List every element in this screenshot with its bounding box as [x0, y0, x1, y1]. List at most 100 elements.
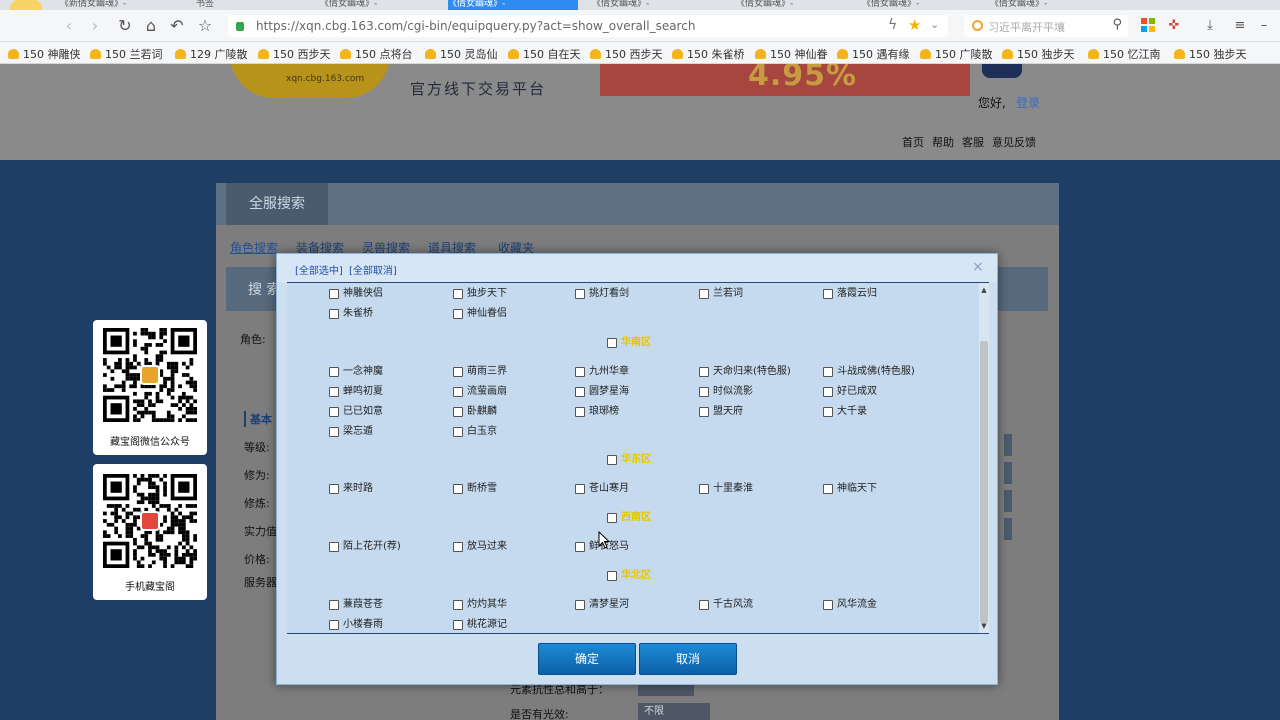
- bookmark-item[interactable]: 150 忆江南: [1088, 46, 1170, 62]
- role-label: 角色:: [240, 333, 266, 346]
- panel-input-edge: [1004, 518, 1012, 540]
- browser-search-input[interactable]: 习近平离开平壤 ⚲: [964, 15, 1128, 37]
- bolt-icon[interactable]: ϟ: [888, 17, 897, 33]
- bookmark-item[interactable]: 150 独步天: [1174, 46, 1254, 62]
- subtab-role-search[interactable]: 角色搜索: [230, 239, 278, 256]
- browser-tab[interactable]: 《倩女幽魂》-: [592, 0, 712, 10]
- bookmark-item[interactable]: 150 神仙眷: [755, 46, 835, 62]
- site-tagline: 官方线下交易平台: [410, 80, 547, 98]
- login-link[interactable]: 登录: [1016, 94, 1040, 111]
- glow-select[interactable]: 不限: [638, 703, 710, 720]
- bookmark-icon: [1002, 49, 1013, 59]
- panel-tabbar: 全服搜索: [216, 183, 1059, 225]
- browser-tab[interactable]: 书签: [196, 0, 266, 10]
- mouse-cursor-icon: [598, 530, 611, 553]
- server-select-dialog: [全部选中] [全部取消] × 神雕侠侣 独步天下 挑灯看剑 兰若词 落霞云归 …: [276, 253, 998, 685]
- bookmark-item[interactable]: 150 神雕侠: [8, 46, 88, 62]
- menu-icon[interactable]: ≡: [1232, 18, 1248, 34]
- undo-icon[interactable]: ↶: [166, 15, 188, 37]
- glow-label: 是否有光效:: [510, 708, 569, 720]
- bookmark-item[interactable]: 150 兰若词: [90, 46, 170, 62]
- banner-corner-badge: [982, 64, 1022, 78]
- cultivation-label: 修为:: [244, 469, 270, 482]
- browser-tab[interactable]: 《新倩女幽魂》-: [60, 0, 180, 10]
- bookmark-item[interactable]: 150 灵岛仙: [425, 46, 505, 62]
- price-label: 价格:: [244, 553, 270, 566]
- minimize-icon[interactable]: –: [1256, 18, 1272, 34]
- qr-code-icon: [103, 328, 197, 422]
- confirm-button[interactable]: 确定: [538, 643, 636, 675]
- bookmark-item[interactable]: 150 独步天: [1002, 46, 1082, 62]
- bookmark-icon: [590, 49, 601, 59]
- address-bar[interactable]: https://xqn.cbg.163.com/cgi-bin/equipque…: [228, 15, 948, 37]
- scroll-down-icon[interactable]: ▼: [979, 621, 989, 631]
- logo-domain: xqn.cbg.163.com: [286, 74, 365, 84]
- bookmark-icon: [90, 49, 101, 59]
- greeting-text: 您好,: [978, 96, 1006, 110]
- bookmark-icon: [837, 49, 848, 59]
- level-label: 等级:: [244, 441, 270, 454]
- basic-section-label: 基本: [244, 411, 272, 427]
- reload-icon[interactable]: ↻: [114, 15, 136, 37]
- bookmark-item[interactable]: 150 西步天: [258, 46, 338, 62]
- bookmark-icon: [508, 49, 519, 59]
- bookmark-item[interactable]: 150 遇有缘: [837, 46, 917, 62]
- bookmark-icon: [425, 49, 436, 59]
- bookmark-item[interactable]: 150 自在天: [508, 46, 588, 62]
- bookmark-item[interactable]: 150 朱雀桥: [672, 46, 752, 62]
- browser-tab[interactable]: 《倩女幽魂》-: [320, 0, 440, 10]
- browser-tab[interactable]: 《倩女幽魂》-: [990, 0, 1100, 10]
- search-engine-icon: [972, 20, 983, 31]
- site-header: xqn.cbg.163.com 官方线下交易平台 4.95% 您好, 登录 首页…: [0, 64, 1280, 160]
- search-icon[interactable]: ⚲: [1112, 17, 1122, 32]
- tab-strip: 《新倩女幽魂》- 书签 《倩女幽魂》- 《倩女幽魂》- 《倩女幽魂》- 《倩女幽…: [0, 0, 1280, 10]
- tab-overall-search[interactable]: 全服搜索: [226, 183, 328, 225]
- browser-tab[interactable]: 《倩女幽魂》-: [862, 0, 972, 10]
- qr-code-icon: [103, 474, 197, 568]
- bookmark-item[interactable]: 129 广陵散: [175, 46, 255, 62]
- menu-help-link[interactable]: 帮助: [932, 134, 954, 150]
- close-icon[interactable]: ×: [972, 259, 984, 275]
- bookmark-icon: [672, 49, 683, 59]
- chevron-down-icon[interactable]: ⌄: [930, 18, 939, 31]
- download-icon[interactable]: ⤓: [1202, 18, 1218, 34]
- menu-home-link[interactable]: 首页: [902, 134, 924, 150]
- scroll-up-icon[interactable]: ▲: [979, 285, 989, 295]
- bookmarks-bar: 150 神雕侠 150 兰若词 129 广陵散 150 西步天 150 点将台 …: [0, 42, 1280, 64]
- cancel-button[interactable]: 取消: [639, 643, 737, 675]
- bookmark-item[interactable]: 150 点将台: [340, 46, 420, 62]
- panel-input-edge: [1004, 434, 1012, 456]
- home-icon[interactable]: ⌂: [140, 15, 162, 37]
- menu-service-link[interactable]: 客服: [962, 134, 984, 150]
- menu-feedback-link[interactable]: 意见反馈: [992, 134, 1036, 150]
- qr-caption-mobile: 手机藏宝阁: [125, 582, 175, 593]
- qr-card-mobile: 手机藏宝阁: [93, 464, 207, 600]
- server-label: 服务器: [244, 576, 277, 589]
- bookmark-icon: [8, 49, 19, 59]
- apps-grid-icon[interactable]: [1140, 18, 1156, 34]
- bookmark-icon: [1174, 49, 1185, 59]
- bookmark-icon: [755, 49, 766, 59]
- forward-icon[interactable]: ›: [84, 15, 106, 37]
- bookmark-item[interactable]: 150 广陵散: [920, 46, 1000, 62]
- promo-banner-text: 4.95%: [748, 64, 858, 93]
- game-controller-icon[interactable]: ✜: [1166, 18, 1182, 34]
- lock-icon: [236, 22, 244, 31]
- list-scrollbar[interactable]: ▲ ▼: [979, 283, 989, 633]
- scrollbar-thumb[interactable]: [980, 341, 988, 623]
- bookmark-item[interactable]: 150 西步天: [590, 46, 670, 62]
- url-text: https://xqn.cbg.163.com/cgi-bin/equipque…: [256, 19, 696, 33]
- deselect-all-link[interactable]: [全部取消]: [349, 262, 397, 277]
- star-outline-icon[interactable]: ☆: [194, 15, 216, 37]
- browser-tab-active[interactable]: 《倩女幽魂》-: [448, 0, 578, 10]
- favorite-star-icon[interactable]: ★: [908, 16, 921, 34]
- search-placeholder: 习近平离开平壤: [988, 21, 1065, 34]
- panel-input-edge: [1004, 490, 1012, 512]
- select-all-link[interactable]: [全部选中]: [295, 262, 343, 277]
- bookmark-icon: [920, 49, 931, 59]
- browser-tab[interactable]: 《倩女幽魂》-: [736, 0, 846, 10]
- server-list: 神雕侠侣 独步天下 挑灯看剑 兰若词 落霞云归 朱雀桥 神仙眷侣 华南区 一念神…: [287, 282, 989, 634]
- qr-caption-wechat: 藏宝阁微信公众号: [110, 437, 190, 448]
- qr-card-wechat: 藏宝阁微信公众号: [93, 320, 207, 455]
- back-icon[interactable]: ‹: [58, 15, 80, 37]
